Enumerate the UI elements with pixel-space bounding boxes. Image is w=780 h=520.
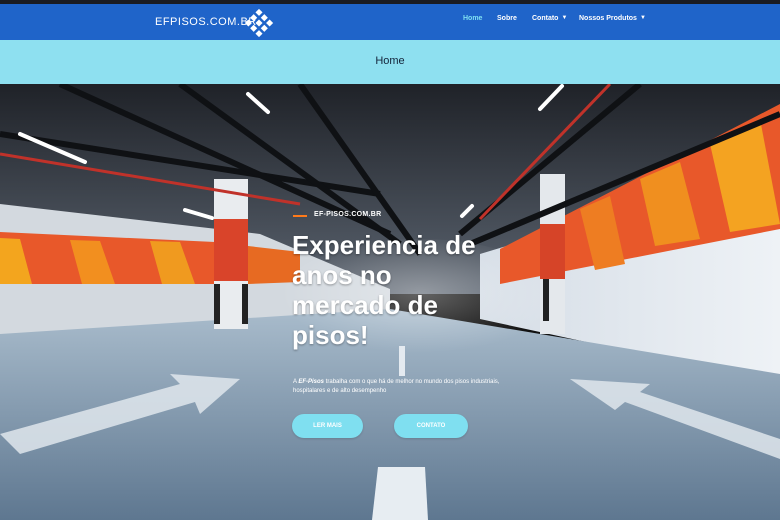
hero-headline: Experiencia de anos no mercado de pisos!	[292, 230, 476, 350]
nav-contato-label: Contato	[532, 15, 559, 22]
hero-section: EF-PISOS.COM.BR Experiencia de anos no m…	[0, 84, 780, 520]
page-title-bar: Home	[0, 40, 780, 84]
logo-icon[interactable]	[243, 7, 275, 39]
hero-eyebrow: EF-PISOS.COM.BR	[314, 211, 382, 218]
hero-description-prefix: A	[293, 379, 297, 385]
nav-home[interactable]: Home	[463, 15, 482, 22]
hero-description-brand: EF-Pisos	[298, 379, 325, 385]
hero-description-text: trabalha com o que há de melhor no mundo…	[293, 379, 500, 394]
nav-nossos-produtos[interactable]: Nossos Produtos ▼	[579, 15, 646, 22]
hero-description: A EF-Pisos trabalha com o que há de melh…	[293, 378, 503, 396]
nav-sobre[interactable]: Sobre	[497, 15, 517, 22]
nav-contato[interactable]: Contato ▼	[532, 15, 567, 22]
nav-nossos-produtos-label: Nossos Produtos	[579, 15, 637, 22]
eyebrow-accent-line	[293, 215, 307, 217]
brand-name[interactable]: EFPISOS.COM.BR	[155, 16, 257, 28]
page-title: Home	[375, 55, 405, 67]
nav-sobre-label: Sobre	[497, 15, 517, 22]
chevron-down-icon: ▼	[561, 15, 568, 21]
nav-home-label: Home	[463, 15, 483, 22]
read-more-button[interactable]: LER MAIS	[292, 414, 363, 438]
navbar: EFPISOS.COM.BR Home Sobre Contato ▼ Nosso…	[0, 4, 780, 40]
chevron-down-icon: ▼	[639, 15, 646, 21]
contact-button[interactable]: CONTATO	[394, 414, 468, 438]
